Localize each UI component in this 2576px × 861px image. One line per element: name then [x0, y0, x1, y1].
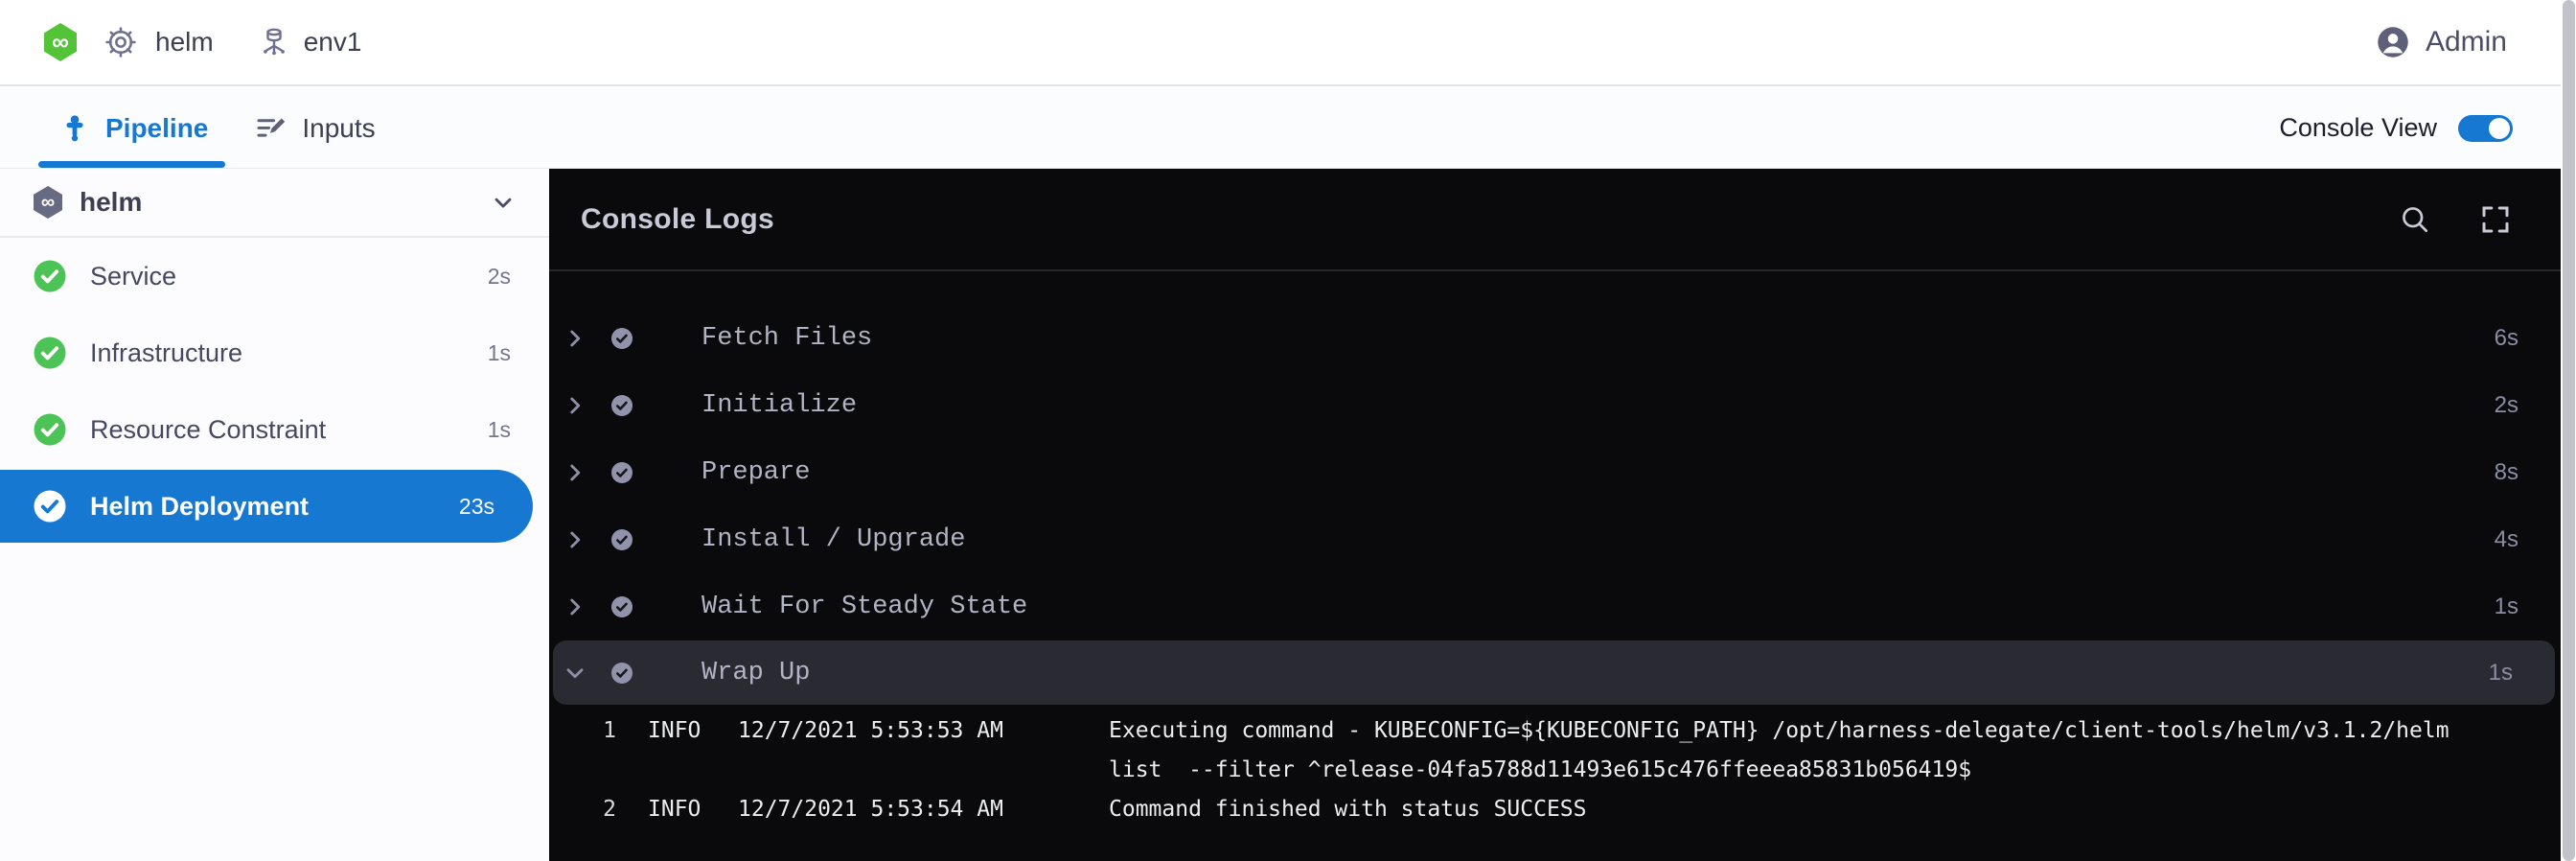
chevron-right-icon[interactable] — [563, 594, 587, 619]
step-duration: 1s — [488, 340, 511, 366]
user-menu[interactable]: Admin — [2376, 25, 2561, 59]
sidebar-pipeline-name: helm — [80, 187, 142, 218]
log-level: INFO — [648, 790, 738, 829]
log-line: 2 INFO 12/7/2021 5:53:54 AM Command fini… — [549, 790, 2561, 829]
console-step-install-upgrade[interactable]: Install / Upgrade 4s — [549, 506, 2561, 573]
sidebar-item-label: Helm Deployment — [90, 492, 309, 522]
tab-pipeline-label: Pipeline — [105, 113, 208, 144]
gear-icon[interactable] — [104, 25, 138, 59]
chevron-down-icon[interactable] — [563, 661, 587, 686]
log-message: Executing command - KUBECONFIG=${KUBECON… — [1109, 711, 2479, 790]
console-step-label: Initialize — [702, 391, 857, 420]
console-step-label: Install / Upgrade — [702, 525, 965, 554]
log-output: 1 INFO 12/7/2021 5:53:53 AM Executing co… — [549, 711, 2561, 829]
project-name[interactable]: helm — [155, 27, 214, 58]
console-step-label: Fetch Files — [702, 324, 872, 353]
success-check-icon — [610, 528, 633, 551]
step-duration: 23s — [459, 494, 494, 520]
harness-logo-icon: ∞ — [44, 23, 77, 61]
tab-inputs-label: Inputs — [302, 113, 375, 144]
scrollbar-thumb[interactable] — [2563, 0, 2575, 861]
console-step-label: Prepare — [702, 458, 810, 487]
sidebar-item-service[interactable]: Service 2s — [0, 238, 549, 314]
console-header: Console Logs — [549, 169, 2561, 271]
sidebar-item-label: Infrastructure — [90, 338, 242, 368]
chevron-right-icon[interactable] — [563, 326, 587, 351]
tabs-bar: Pipeline Inputs Console View — [0, 88, 2561, 169]
console-logs-panel: Console Logs Fetch Files — [549, 169, 2561, 861]
step-duration: 2s — [2495, 392, 2518, 419]
chevron-right-icon[interactable] — [563, 393, 587, 418]
console-step-wrap-up[interactable]: Wrap Up 1s — [553, 640, 2555, 705]
console-step-label: Wait For Steady State — [702, 593, 1027, 621]
chevron-right-icon[interactable] — [563, 527, 587, 552]
search-icon[interactable] — [2398, 202, 2432, 237]
console-step-initialize[interactable]: Initialize 2s — [549, 372, 2561, 439]
log-message: Command finished with status SUCCESS — [1109, 790, 2479, 829]
console-step-wait-for-steady-state[interactable]: Wait For Steady State 1s — [549, 573, 2561, 640]
console-title: Console Logs — [581, 203, 774, 236]
user-name: Admin — [2426, 26, 2507, 58]
success-check-icon — [610, 595, 633, 618]
step-duration: 2s — [488, 264, 511, 290]
sidebar-item-infrastructure[interactable]: Infrastructure 1s — [0, 314, 549, 391]
console-step-fetch-files[interactable]: Fetch Files 6s — [549, 305, 2561, 372]
sidebar-pipeline-header[interactable]: ∞ helm — [0, 169, 549, 238]
step-duration: 1s — [2495, 593, 2518, 620]
tab-pipeline[interactable]: Pipeline — [59, 113, 208, 144]
sidebar-item-helm-deployment[interactable]: Helm Deployment 23s — [0, 470, 533, 543]
step-duration: 6s — [2495, 325, 2518, 352]
console-view-label: Console View — [2279, 113, 2437, 143]
success-check-icon — [33, 489, 67, 524]
page-scrollbar[interactable] — [2561, 0, 2576, 861]
success-check-icon — [610, 662, 633, 685]
pipeline-icon — [59, 113, 90, 144]
fullscreen-icon[interactable] — [2478, 202, 2513, 237]
execution-sidebar: ∞ helm Service 2s Infrastructure 1s — [0, 169, 549, 861]
success-check-icon — [610, 327, 633, 350]
inputs-icon — [254, 112, 287, 145]
success-check-icon — [33, 336, 67, 370]
sidebar-item-label: Resource Constraint — [90, 415, 326, 445]
console-view-control: Console View — [2279, 113, 2561, 143]
tab-inputs[interactable]: Inputs — [254, 112, 375, 145]
console-step-label: Wrap Up — [702, 659, 810, 687]
chevron-down-icon[interactable] — [490, 189, 517, 216]
console-step-prepare[interactable]: Prepare 8s — [549, 439, 2561, 506]
sidebar-item-resource-constraint[interactable]: Resource Constraint 1s — [0, 391, 549, 468]
success-check-icon — [33, 259, 67, 293]
step-duration: 1s — [2489, 660, 2513, 686]
sidebar-item-label: Service — [90, 262, 176, 291]
chevron-right-icon[interactable] — [563, 460, 587, 485]
log-timestamp: 12/7/2021 5:53:54 AM — [738, 790, 1109, 829]
success-check-icon — [610, 461, 633, 484]
environment-name[interactable]: env1 — [304, 27, 362, 58]
toggle-knob — [2489, 118, 2510, 139]
log-line-number: 2 — [549, 790, 616, 829]
avatar-icon — [2376, 25, 2410, 59]
step-duration: 8s — [2495, 459, 2518, 486]
environment-icon — [258, 25, 290, 59]
log-line: 1 INFO 12/7/2021 5:53:53 AM Executing co… — [549, 711, 2561, 790]
log-line-number: 1 — [549, 711, 616, 751]
console-step-list: Fetch Files 6s Initialize 2s Prepare 8s — [549, 271, 2561, 829]
step-duration: 4s — [2495, 526, 2518, 553]
success-check-icon — [610, 394, 633, 417]
step-duration: 1s — [488, 417, 511, 443]
console-view-toggle[interactable] — [2458, 115, 2513, 142]
log-level: INFO — [648, 711, 738, 751]
log-timestamp: 12/7/2021 5:53:53 AM — [738, 711, 1109, 751]
top-bar: ∞ helm env1 Admin — [0, 0, 2561, 86]
pipeline-hex-icon: ∞ — [34, 186, 62, 219]
success-check-icon — [33, 412, 67, 447]
